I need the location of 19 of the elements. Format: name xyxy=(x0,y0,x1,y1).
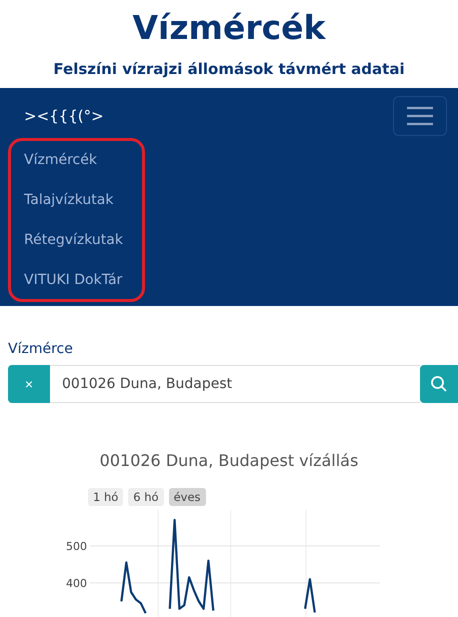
page-subtitle: Felszíni vízrajzi állomások távmért adatai xyxy=(53,59,405,80)
field-label: Vízmérce xyxy=(8,341,73,357)
menu-icon xyxy=(406,105,434,127)
menu-button[interactable] xyxy=(393,96,447,136)
nav-link[interactable]: Vízmércék xyxy=(24,140,97,180)
range-button[interactable]: 6 hó xyxy=(128,488,164,506)
y-tick-label: 500 xyxy=(66,540,88,553)
chart-title: 001026 Duna, Budapest vízállás xyxy=(100,451,358,470)
nav-link[interactable]: Rétegvízkutak xyxy=(24,220,123,260)
station-input[interactable]: 001026 Duna, Budapest xyxy=(50,365,420,403)
nav-link[interactable]: Talajvízkutak xyxy=(24,180,114,220)
range-button[interactable]: éves xyxy=(168,488,206,506)
brand-logo[interactable]: ><{{{(°> xyxy=(24,107,104,125)
search-button[interactable] xyxy=(420,365,458,403)
y-tick-label: 400 xyxy=(66,576,88,590)
range-button[interactable]: 1 hó xyxy=(88,488,124,506)
page-title: Vízmércék xyxy=(132,7,326,49)
search-icon xyxy=(430,375,448,393)
nav-link[interactable]: VITUKI DokTár xyxy=(24,260,122,300)
